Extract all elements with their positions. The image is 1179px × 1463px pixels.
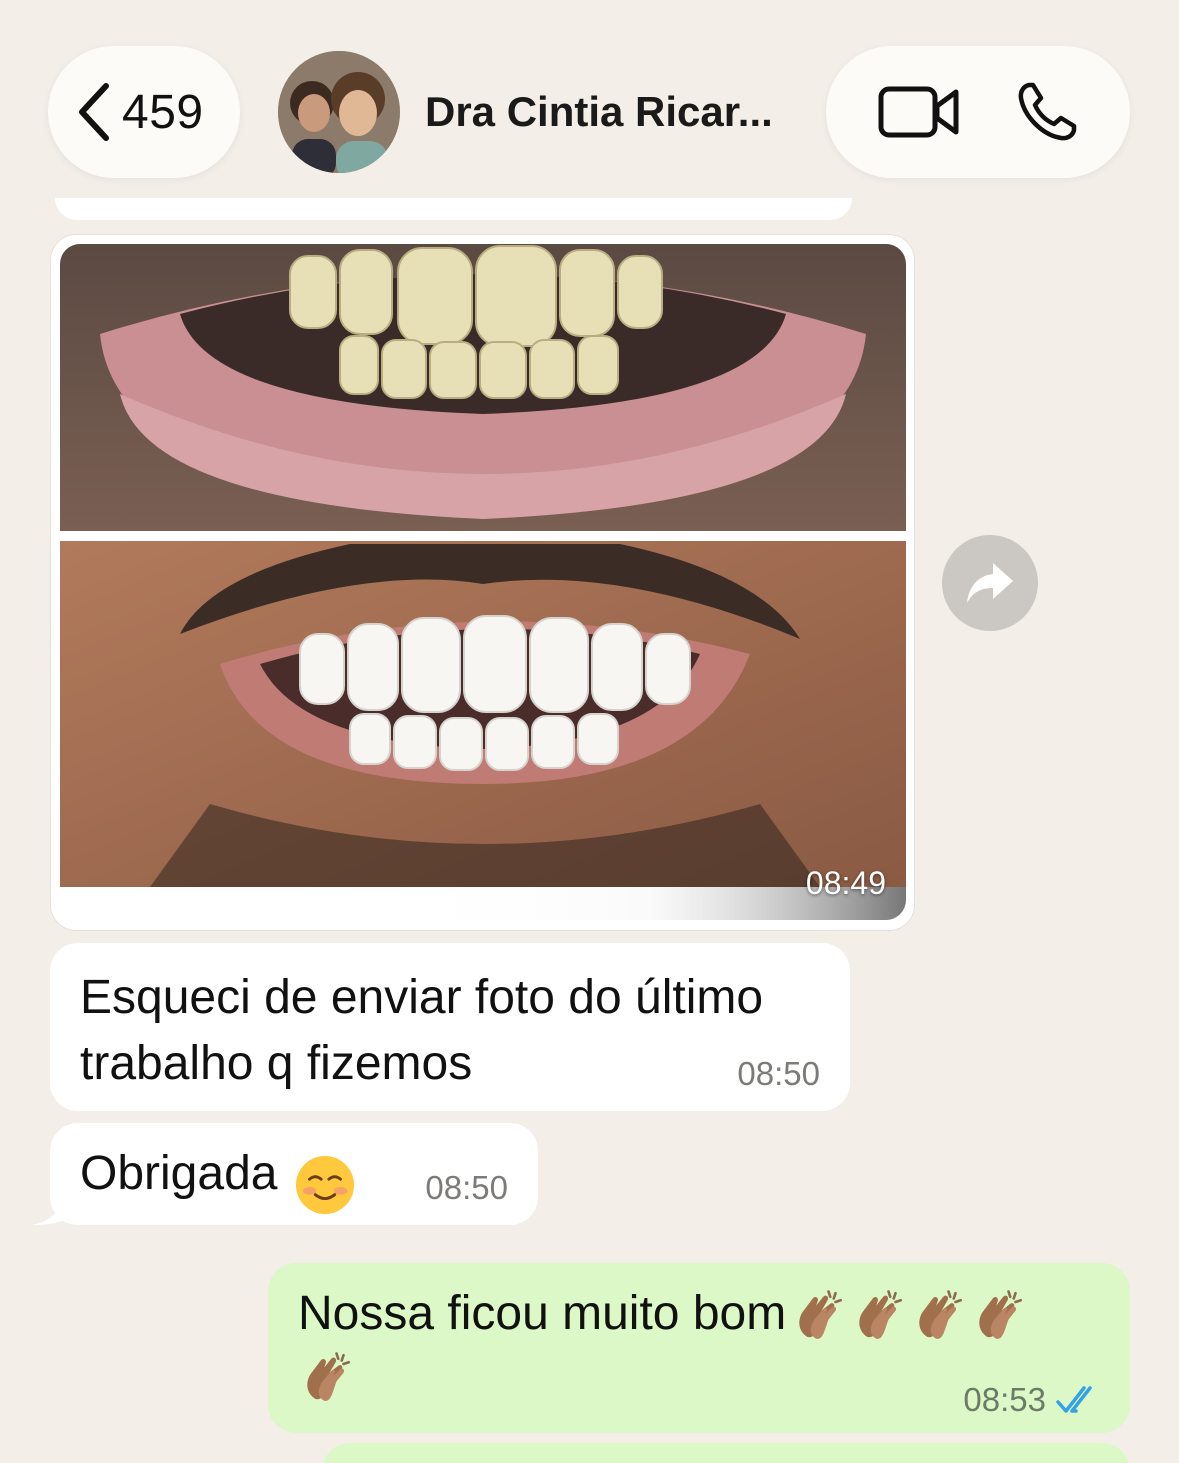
clapping-hands-emoji xyxy=(979,1290,1023,1340)
phone-icon[interactable] xyxy=(1015,80,1079,144)
clapping-hands-emoji xyxy=(799,1290,843,1340)
clapping-hands-emoji xyxy=(307,1352,351,1402)
smiling-face-emoji xyxy=(295,1155,354,1214)
back-button[interactable]: 459 xyxy=(48,46,240,178)
forward-arrow-icon xyxy=(967,563,1013,603)
previous-message-bubble xyxy=(55,198,852,220)
chat-screen: 459 Dra Cintia Ricar... 08:49 Esqueci de… xyxy=(0,0,1179,1463)
message-text: Obrigada xyxy=(80,1147,278,1200)
message-timestamp: 08:50 xyxy=(425,1169,508,1206)
message-timestamp: 08:50 xyxy=(737,1055,820,1092)
read-receipt-icon xyxy=(1056,1386,1092,1413)
message-meta: 08:53 xyxy=(963,1381,1102,1419)
message-text: Esqueci de enviar foto do último trabalh… xyxy=(80,971,764,1090)
contact-name[interactable]: Dra Cintia Ricar... xyxy=(425,88,773,136)
video-camera-icon[interactable] xyxy=(878,84,960,140)
message-text: Nossa ficou muito bom xyxy=(298,1287,787,1340)
unread-count: 459 xyxy=(122,85,204,139)
clapping-hands-emoji xyxy=(859,1290,903,1340)
avatar[interactable] xyxy=(278,51,400,173)
message-timestamp: 08:53 xyxy=(963,1381,1046,1418)
outgoing-message[interactable]: Nossa ficou muito bom 08:53 xyxy=(268,1263,1130,1433)
chevron-left-icon xyxy=(79,83,109,141)
clapping-hands-emoji xyxy=(919,1290,963,1340)
forward-button[interactable] xyxy=(942,535,1038,631)
call-actions xyxy=(826,46,1130,178)
image-timestamp: 08:49 xyxy=(805,865,886,901)
next-outgoing-message xyxy=(322,1443,1130,1463)
message-photo[interactable]: 08:49 xyxy=(60,244,906,920)
incoming-message[interactable]: Esqueci de enviar foto do último trabalh… xyxy=(50,943,850,1111)
incoming-message[interactable]: Obrigada 08:50 xyxy=(50,1123,538,1225)
